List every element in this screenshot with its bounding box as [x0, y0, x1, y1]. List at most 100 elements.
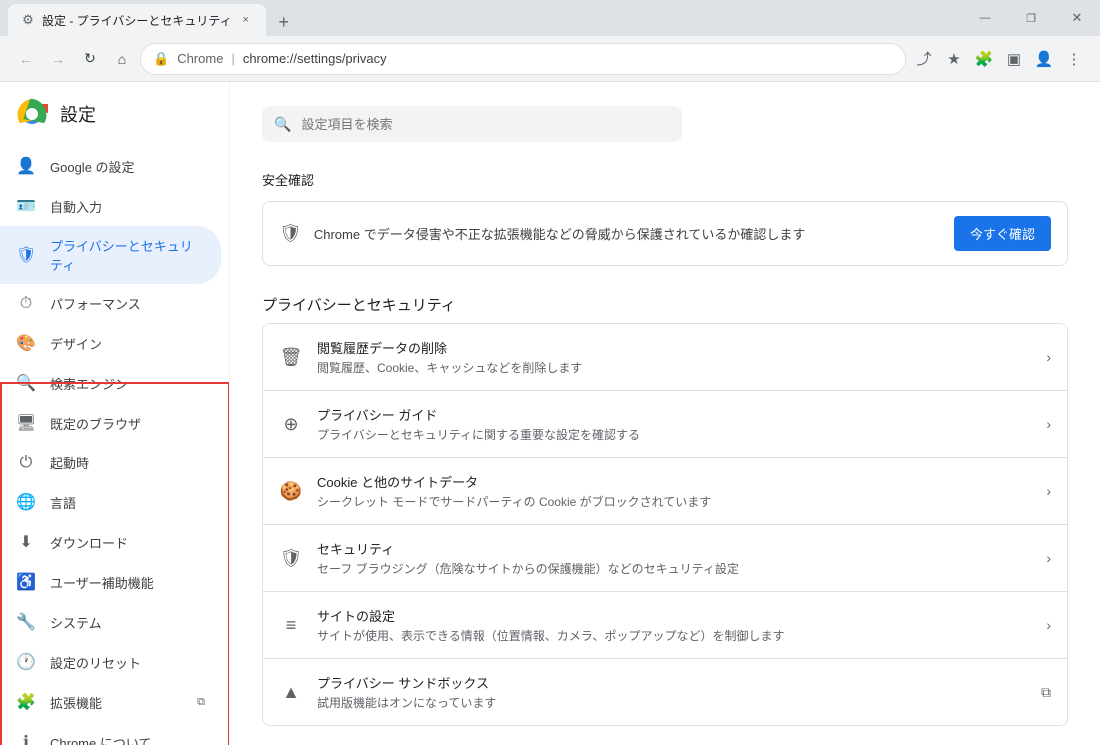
row-title-sandbox: プライバシー サンドボックス — [317, 673, 1027, 692]
sidebar-label-design: デザイン — [50, 334, 205, 353]
settings-search-input[interactable] — [301, 117, 670, 132]
bookmark-button[interactable]: ★ — [940, 45, 968, 73]
sidebar-item-system[interactable]: 🔧 システム — [0, 602, 221, 642]
privacy-row-sandbox[interactable]: ▲ プライバシー サンドボックス 試用版機能はオンになっています ⧉ — [263, 659, 1067, 725]
sidebar-label-reset: 設定のリセット — [50, 653, 205, 672]
sidebar-label-browser: 既定のブラウザ — [50, 414, 205, 433]
privacy-rows-container: 🗑 閲覧履歴データの削除 閲覧履歴、Cookie、キャッシュなどを削除します ›… — [263, 324, 1067, 725]
privacy-settings-card: 🗑 閲覧履歴データの削除 閲覧履歴、Cookie、キャッシュなどを削除します ›… — [262, 323, 1068, 726]
settings-search-box[interactable]: 🔍 — [262, 106, 682, 142]
omnibox-separator: | — [231, 51, 234, 66]
sidebar-icon-extensions: 🧩 — [16, 692, 36, 712]
back-button[interactable]: ← — [12, 45, 40, 73]
sidebar-icon-performance: ⏱ — [16, 295, 36, 313]
row-title-history: 閲覧履歴データの削除 — [317, 338, 1032, 357]
close-button[interactable]: ✕ — [1054, 0, 1100, 36]
sidebar-item-design[interactable]: 🎨 デザイン — [0, 323, 221, 363]
sidebar-icon-google: 👤 — [16, 156, 36, 176]
menu-button[interactable]: ⋮ — [1060, 45, 1088, 73]
sidebar-icon-about: ℹ — [16, 732, 36, 745]
forward-button[interactable]: → — [44, 45, 72, 73]
privacy-row-privacy-guide[interactable]: ⊕ プライバシー ガイド プライバシーとセキュリティに関する重要な設定を確認する… — [263, 391, 1067, 458]
sidebar-item-privacy[interactable]: 🛡 プライバシーとセキュリティ — [0, 226, 221, 284]
row-content-site-settings: サイトの設定 サイトが使用、表示できる情報（位置情報、カメラ、ポップアップなど）… — [317, 606, 1032, 644]
sidebar-icon-reset: 🕐 — [16, 652, 36, 672]
row-chevron-sandbox: ⧉ — [1041, 684, 1051, 701]
sidebar-item-performance[interactable]: ⏱ パフォーマンス — [0, 284, 221, 323]
sidebar-label-accessibility: ユーザー補助機能 — [50, 573, 205, 592]
content-area: 🔍 安全確認 🛡 Chrome でデータ侵害や不正な拡張機能などの脅威から保護さ… — [230, 82, 1100, 745]
sidebar-item-about[interactable]: ℹ Chrome について — [0, 722, 221, 745]
tab-close-button[interactable]: × — [238, 12, 254, 28]
extensions-button[interactable]: 🧩 — [970, 45, 998, 73]
sidebar-icon-privacy: 🛡 — [16, 245, 36, 265]
sidebar-item-extensions[interactable]: 🧩 拡張機能 ⧉ — [0, 682, 221, 722]
omnibox[interactable]: 🔒 Chrome | chrome://settings/privacy — [140, 43, 906, 75]
sidebar-app-title: 設定 — [60, 101, 96, 127]
privacy-row-history[interactable]: 🗑 閲覧履歴データの削除 閲覧履歴、Cookie、キャッシュなどを削除します › — [263, 324, 1067, 391]
safety-check-button[interactable]: 今すぐ確認 — [954, 216, 1051, 251]
title-bar: ⚙ 設定 - プライバシーとセキュリティ × + — ❐ ✕ — [0, 0, 1100, 36]
sidebar-icon-search: 🔍 — [16, 373, 36, 393]
sidebar-icon-system: 🔧 — [16, 612, 36, 632]
row-icon-sandbox: ▲ — [279, 682, 303, 703]
sidebar-item-google[interactable]: 👤 Google の設定 — [0, 146, 221, 186]
sidebar-icon-startup: ⏻ — [16, 454, 36, 472]
refresh-button[interactable]: ↻ — [76, 45, 104, 73]
sidebar-item-browser[interactable]: 🖥 既定のブラウザ — [0, 403, 221, 443]
sidebar-item-autofill[interactable]: 🪪 自動入力 — [0, 186, 221, 226]
safety-shield-icon: 🛡 — [279, 223, 302, 244]
safety-banner-text: Chrome でデータ侵害や不正な拡張機能などの脅威から保護されているか確認しま… — [314, 224, 942, 243]
restore-button[interactable]: ❐ — [1008, 0, 1054, 36]
sidebar-label-system: システム — [50, 613, 205, 632]
sidebar-icon-autofill: 🪪 — [16, 196, 36, 216]
sidebar-icon-design: 🎨 — [16, 333, 36, 353]
window-controls: — ❐ ✕ — [962, 0, 1100, 36]
row-content-security: セキュリティ セーフ ブラウジング（危険なサイトからの保護機能）などのセキュリテ… — [317, 539, 1032, 577]
sidebar-label-startup: 起動時 — [50, 453, 205, 472]
row-chevron-cookies: › — [1046, 483, 1051, 499]
privacy-row-site-settings[interactable]: ≡ サイトの設定 サイトが使用、表示できる情報（位置情報、カメラ、ポップアップな… — [263, 592, 1067, 659]
sidebar-item-accessibility[interactable]: ♿ ユーザー補助機能 — [0, 562, 221, 602]
toolbar-icons: ⤴ ★ 🧩 ▣ 👤 ⋮ — [910, 45, 1088, 73]
share-button[interactable]: ⤴ — [910, 45, 938, 73]
sidebar-item-language[interactable]: 🌐 言語 — [0, 482, 221, 522]
new-tab-button[interactable]: + — [270, 8, 298, 36]
row-desc-privacy-guide: プライバシーとセキュリティに関する重要な設定を確認する — [317, 426, 1032, 443]
sidebar-item-reset[interactable]: 🕐 設定のリセット — [0, 642, 221, 682]
main-layout: 設定 👤 Google の設定 🪪 自動入力 🛡 プライバシーとセキュリティ ⏱… — [0, 82, 1100, 745]
sidebar-label-autofill: 自動入力 — [50, 197, 205, 216]
sidebar-label-performance: パフォーマンス — [50, 294, 205, 313]
home-button[interactable]: ⌂ — [108, 45, 136, 73]
sidebar-header: 設定 — [0, 90, 229, 146]
sidebar: 設定 👤 Google の設定 🪪 自動入力 🛡 プライバシーとセキュリティ ⏱… — [0, 82, 230, 745]
sidebar-item-search[interactable]: 🔍 検索エンジン — [0, 363, 221, 403]
omnibox-url: chrome://settings/privacy — [243, 51, 387, 66]
sidebar-label-google: Google の設定 — [50, 157, 205, 176]
row-desc-cookies: シークレット モードでサードパーティの Cookie がブロックされています — [317, 493, 1032, 510]
row-icon-security: 🛡 — [279, 548, 303, 569]
toolbar: ← → ↻ ⌂ 🔒 Chrome | chrome://settings/pri… — [0, 36, 1100, 82]
row-content-history: 閲覧履歴データの削除 閲覧履歴、Cookie、キャッシュなどを削除します — [317, 338, 1032, 376]
minimize-button[interactable]: — — [962, 0, 1008, 36]
active-tab[interactable]: ⚙ 設定 - プライバシーとセキュリティ × — [8, 4, 266, 36]
row-chevron-history: › — [1046, 349, 1051, 365]
privacy-row-security[interactable]: 🛡 セキュリティ セーフ ブラウジング（危険なサイトからの保護機能）などのセキュ… — [263, 525, 1067, 592]
sidebar-label-language: 言語 — [50, 493, 205, 512]
sidebar-label-about: Chrome について — [50, 733, 205, 745]
row-title-security: セキュリティ — [317, 539, 1032, 558]
privacy-row-cookies[interactable]: 🍪 Cookie と他のサイトデータ シークレット モードでサードパーティの C… — [263, 458, 1067, 525]
search-icon: 🔍 — [274, 116, 291, 133]
row-content-sandbox: プライバシー サンドボックス 試用版機能はオンになっています — [317, 673, 1027, 711]
split-button[interactable]: ▣ — [1000, 45, 1028, 73]
row-content-cookies: Cookie と他のサイトデータ シークレット モードでサードパーティの Coo… — [317, 472, 1032, 510]
sidebar-item-startup[interactable]: ⏻ 起動時 — [0, 443, 221, 482]
external-icon-extensions: ⧉ — [197, 696, 205, 709]
row-icon-history: 🗑 — [279, 347, 303, 368]
profile-button[interactable]: 👤 — [1030, 45, 1058, 73]
row-desc-history: 閲覧履歴、Cookie、キャッシュなどを削除します — [317, 359, 1032, 376]
privacy-section-title: プライバシーとセキュリティ — [262, 294, 1068, 315]
sidebar-item-download[interactable]: ⬇ ダウンロード — [0, 522, 221, 562]
row-chevron-site-settings: › — [1046, 617, 1051, 633]
row-icon-privacy-guide: ⊕ — [279, 414, 303, 435]
